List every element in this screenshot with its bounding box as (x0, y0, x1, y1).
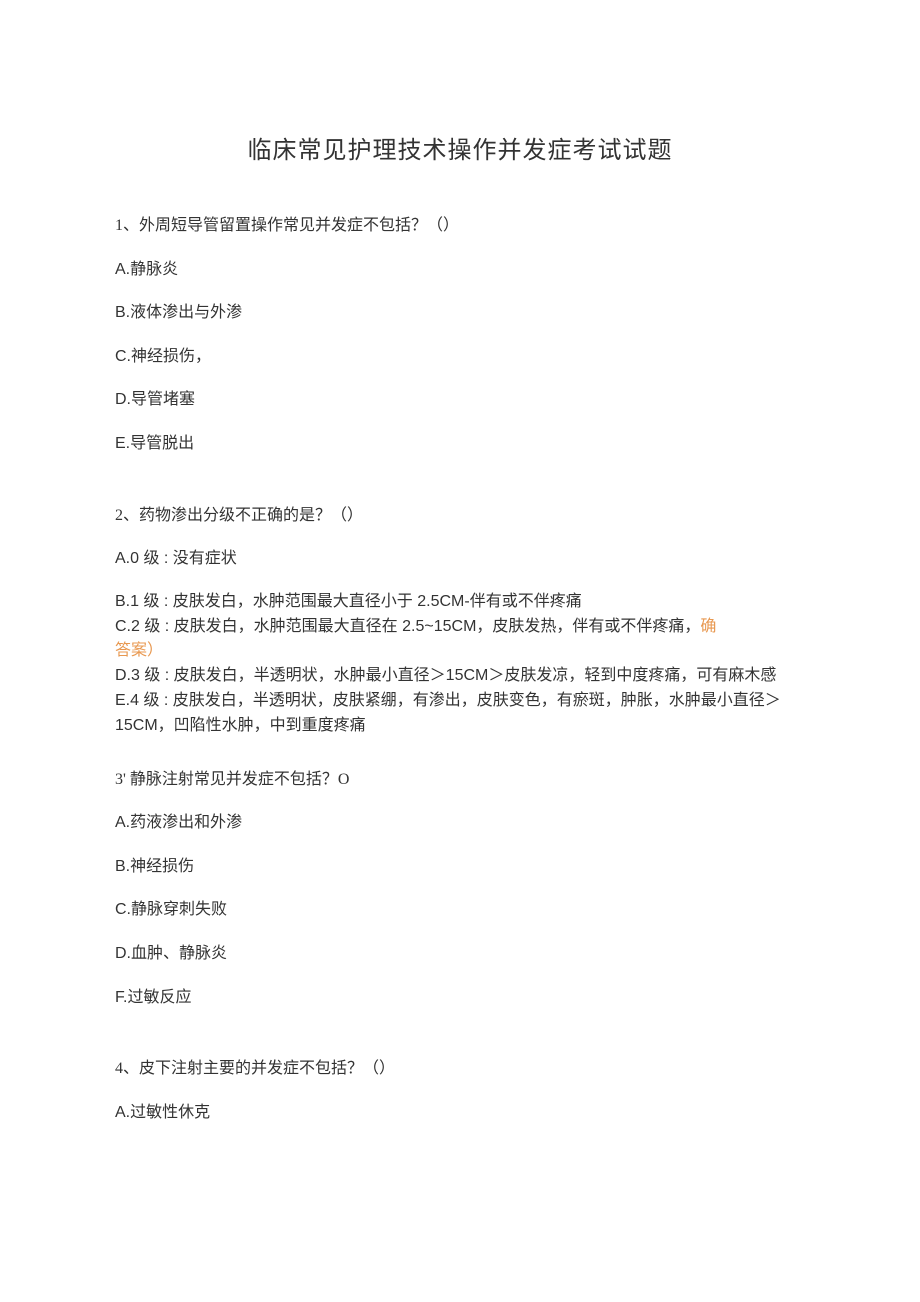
question-3-option-d: D.血肿、静脉炎 (115, 941, 805, 967)
question-1-option-b: B.液体渗出与外渗 (115, 300, 805, 326)
question-1-stem: 1、外周短导管留置操作常见并发症不包括？（） (115, 213, 805, 239)
question-1-option-e: E.导管脱出 (115, 431, 805, 457)
question-3-stem: 3' 静脉注射常见并发症不包括？O (115, 767, 805, 793)
question-3-option-b: B.神经损伤 (115, 854, 805, 880)
question-4-stem: 4、皮下注射主要的并发症不包括？（） (115, 1056, 805, 1082)
question-2-option-a: A.0 级 : 没有症状 (115, 546, 805, 572)
question-3-option-f: F.过敏反应 (115, 985, 805, 1011)
question-1-option-d: D.导管堵塞 (115, 387, 805, 413)
document-title: 临床常见护理技术操作并发症考试试题 (115, 130, 805, 165)
question-2-option-e: E.4 级 : 皮肤发白，半透明状，皮肤紧绷，有渗出，皮肤变色，有瘀斑，肿胀，水… (115, 689, 805, 739)
document-page: 临床常见护理技术操作并发症考试试题 1、外周短导管留置操作常见并发症不包括？（）… (0, 0, 920, 1203)
question-3-option-a: A.药液渗出和外渗 (115, 810, 805, 836)
question-2-answer-marker-2: 答案） (115, 639, 805, 664)
question-3-option-c: C.静脉穿刺失败 (115, 897, 805, 923)
question-1-option-c: C.神经损伤， (115, 344, 805, 370)
question-4-option-a: A.过敏性休克 (115, 1100, 805, 1126)
question-2-option-d: D.3 级 : 皮肤发白，半透明状，水肿最小直径＞15CM＞皮肤发凉，轻到中度疼… (115, 664, 805, 689)
question-1-option-a: A.静脉炎 (115, 257, 805, 283)
question-2-option-b: B.1 级 : 皮肤发白，水肿范围最大直径小于 2.5CM-伴有或不伴疼痛 (115, 590, 805, 615)
question-2-option-c: C.2 级 : 皮肤发白，水肿范围最大直径在 2.5~15CM，皮肤发热，伴有或… (115, 615, 805, 640)
question-2-stem: 2、药物渗出分级不正确的是？（） (115, 503, 805, 529)
question-2-answer-marker-1: 确 (700, 618, 716, 635)
question-2-option-c-text: C.2 级 : 皮肤发白，水肿范围最大直径在 2.5~15CM，皮肤发热，伴有或… (115, 618, 700, 635)
